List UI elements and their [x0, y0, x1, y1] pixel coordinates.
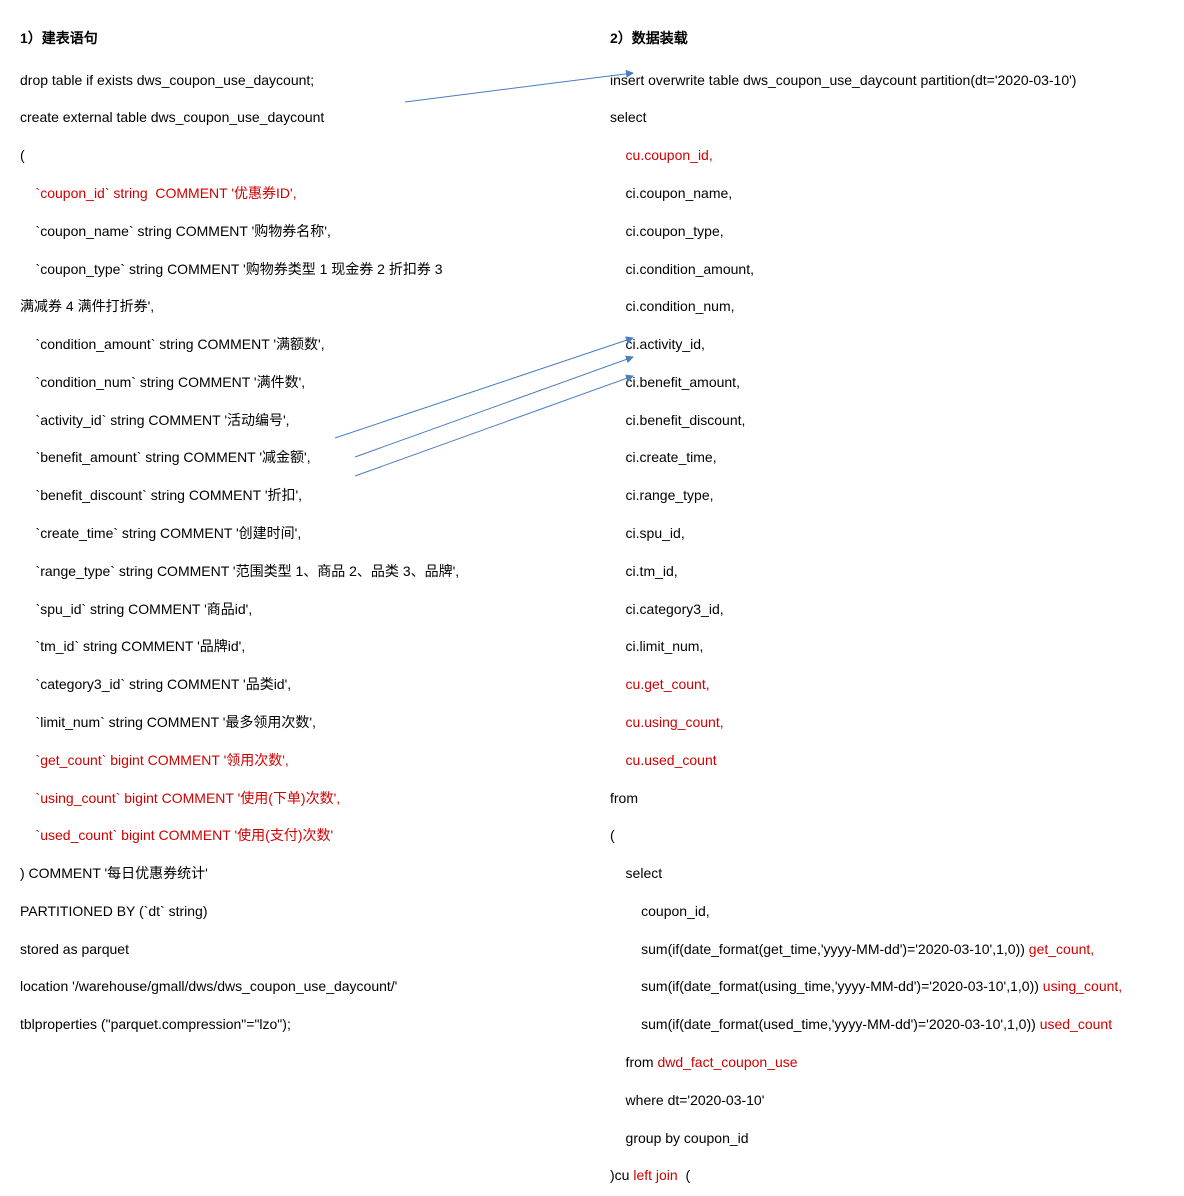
code-line: `benefit_discount` string COMMENT '折扣',	[20, 487, 302, 503]
left-column: 1）建表语句 drop table if exists dws_coupon_u…	[20, 10, 590, 1196]
code-line: PARTITIONED BY (`dt` string)	[20, 903, 207, 919]
code-line: `create_time` string COMMENT '创建时间',	[20, 525, 301, 541]
code-line: `condition_amount` string COMMENT '满额数',	[20, 336, 325, 352]
code-line: cu.get_count,	[610, 676, 710, 692]
code-line: cu.coupon_id,	[610, 147, 713, 163]
code-line: `using_count` bigint COMMENT '使用(下单)次数',	[20, 790, 340, 806]
code-line: `condition_num` string COMMENT '满件数',	[20, 374, 305, 390]
code-line: sum(if(date_format(get_time,'yyyy-MM-dd'…	[610, 941, 1094, 957]
code-line: sum(if(date_format(using_time,'yyyy-MM-d…	[610, 978, 1122, 994]
code-line: `coupon_id` string COMMENT '优惠券ID',	[20, 185, 297, 201]
code-line: from	[610, 790, 638, 806]
code-line: `get_count` bigint COMMENT '领用次数',	[20, 752, 289, 768]
code-line: ci.coupon_type,	[610, 223, 724, 239]
code-line: insert overwrite table dws_coupon_use_da…	[610, 72, 1076, 88]
code-line: `category3_id` string COMMENT '品类id',	[20, 676, 291, 692]
code-line: ci.activity_id,	[610, 336, 705, 352]
code-line: group by coupon_id	[610, 1130, 749, 1146]
code-line: `used_count` bigint COMMENT '使用(支付)次数'	[20, 827, 333, 843]
right-column: 2）数据装载 insert overwrite table dws_coupon…	[610, 10, 1164, 1196]
code-line: ci.condition_amount,	[610, 261, 754, 277]
code-line: drop table if exists dws_coupon_use_dayc…	[20, 72, 314, 88]
code-line: location '/warehouse/gmall/dws/dws_coupo…	[20, 978, 397, 994]
code-line: stored as parquet	[20, 941, 129, 957]
code-line: from dwd_fact_coupon_use	[610, 1054, 798, 1070]
code-line: `benefit_amount` string COMMENT '减金额',	[20, 449, 311, 465]
code-line: ci.create_time,	[610, 449, 717, 465]
code-line: `coupon_name` string COMMENT '购物券名称',	[20, 223, 331, 239]
code-line: ci.limit_num,	[610, 638, 703, 654]
code-line: `limit_num` string COMMENT '最多领用次数',	[20, 714, 316, 730]
code-line: ci.spu_id,	[610, 525, 685, 541]
code-line: create external table dws_coupon_use_day…	[20, 109, 324, 125]
code-line: `range_type` string COMMENT '范围类型 1、商品 2…	[20, 563, 459, 579]
code-line: (	[610, 827, 615, 843]
code-line: `tm_id` string COMMENT '品牌id',	[20, 638, 245, 654]
code-line: select	[610, 109, 647, 125]
code-line: ci.condition_num,	[610, 298, 735, 314]
code-line: sum(if(date_format(used_time,'yyyy-MM-dd…	[610, 1016, 1112, 1032]
code-line: where dt='2020-03-10'	[610, 1092, 764, 1108]
code-line: )cu left join (	[610, 1167, 690, 1183]
code-line: `activity_id` string COMMENT '活动编号',	[20, 412, 290, 428]
code-line: ci.tm_id,	[610, 563, 678, 579]
code-line: coupon_id,	[610, 903, 710, 919]
left-heading: 1）建表语句	[20, 29, 590, 48]
code-line: 满减券 4 满件打折券',	[20, 298, 154, 314]
code-line: tblproperties ("parquet.compression"="lz…	[20, 1016, 291, 1032]
code-line: `coupon_type` string COMMENT '购物券类型 1 现金…	[20, 261, 446, 277]
code-line: ci.coupon_name,	[610, 185, 732, 201]
code-line: ci.benefit_discount,	[610, 412, 745, 428]
code-line: (	[20, 147, 25, 163]
code-line: cu.used_count	[610, 752, 717, 768]
right-heading: 2）数据装载	[610, 29, 1164, 48]
code-line: ci.category3_id,	[610, 601, 724, 617]
code-line: ci.benefit_amount,	[610, 374, 740, 390]
code-line: select	[610, 865, 662, 881]
code-line: cu.using_count,	[610, 714, 724, 730]
code-line: `spu_id` string COMMENT '商品id',	[20, 601, 252, 617]
code-line: ci.range_type,	[610, 487, 714, 503]
code-line: ) COMMENT '每日优惠券统计'	[20, 865, 208, 881]
